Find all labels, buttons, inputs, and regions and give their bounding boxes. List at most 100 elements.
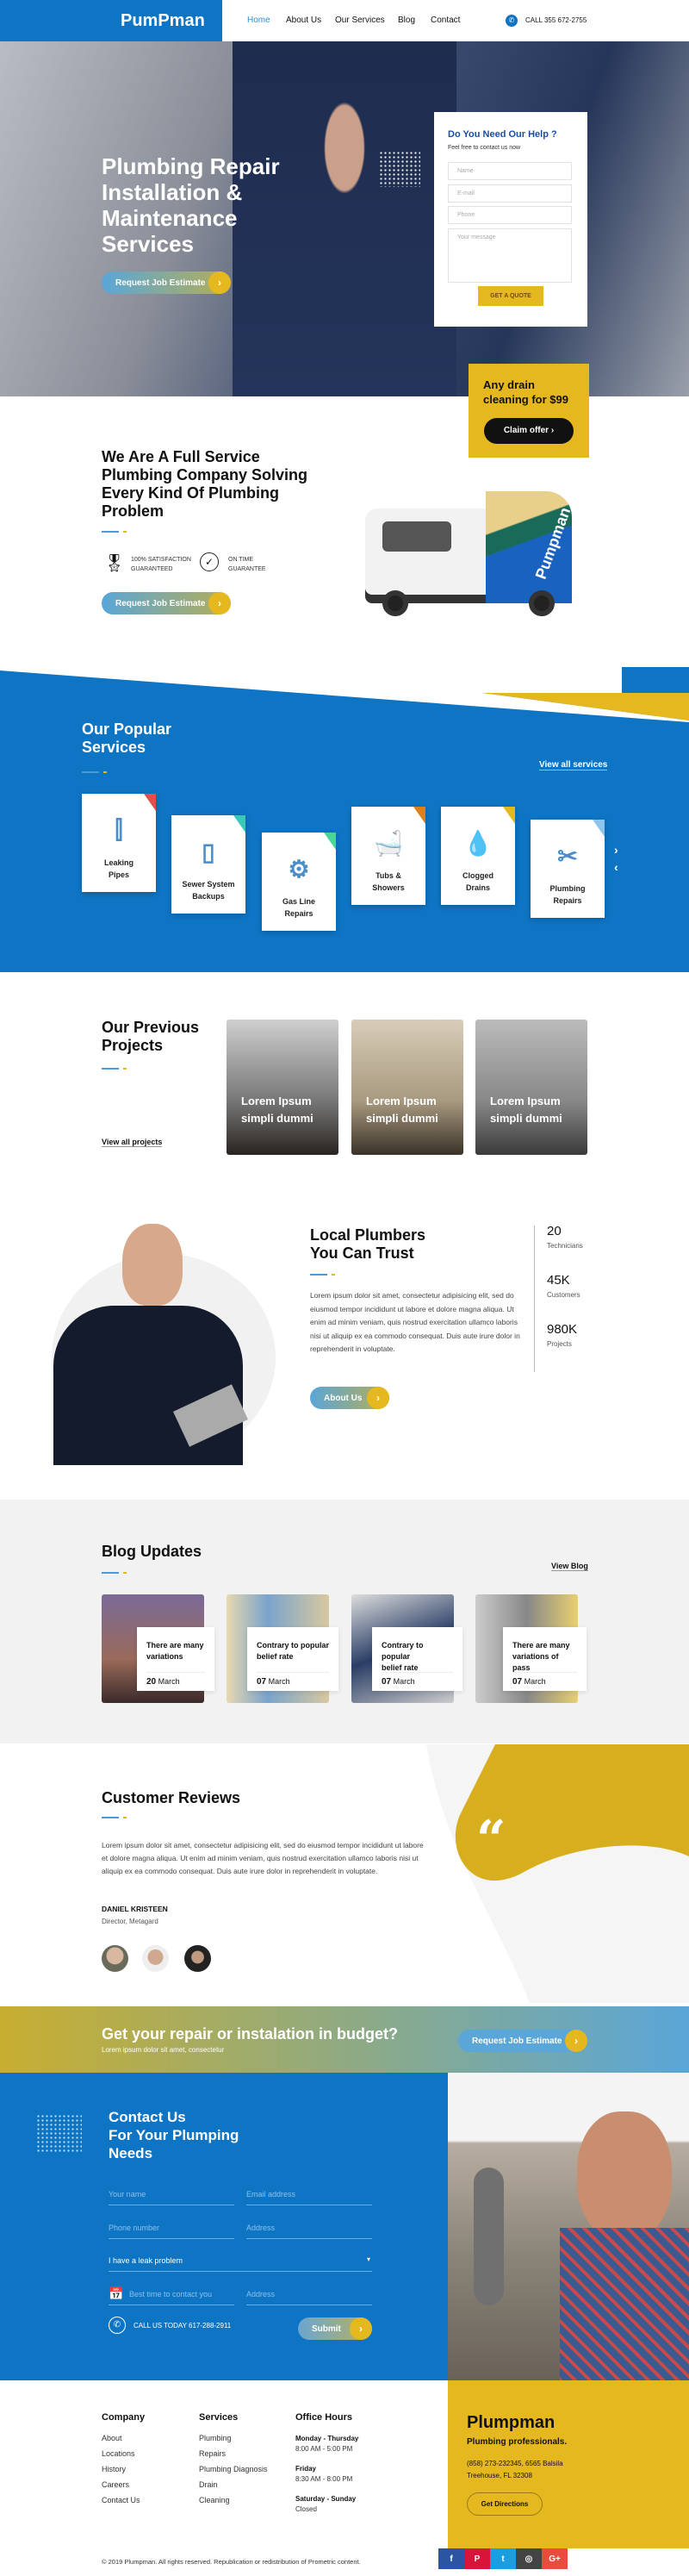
project-title: simpli dummi — [490, 1112, 562, 1125]
footer-link[interactable]: Locations — [102, 2449, 135, 2458]
footer-link[interactable]: About — [102, 2434, 122, 2442]
footer-link[interactable]: Careers — [102, 2480, 129, 2489]
contact-photo — [448, 2073, 689, 2380]
chevron-right-icon: › — [208, 271, 231, 294]
nav-contact[interactable]: Contact — [431, 16, 460, 25]
header-phone[interactable]: CALL 355 672-2755 — [525, 16, 587, 24]
service-card[interactable]: ✂ Plumbing Repairs — [531, 820, 605, 918]
service-card[interactable]: ⫿ Leaking Pipes — [82, 794, 156, 892]
wrench-screwdriver-icon: ✂ — [557, 843, 578, 870]
twitter-icon[interactable]: t — [490, 2548, 516, 2569]
blog-post-card[interactable]: There are many variations 20 March — [137, 1627, 214, 1691]
name-input[interactable]: Name — [448, 162, 572, 180]
avatar[interactable] — [184, 1945, 211, 1972]
office-hours-day: Friday — [295, 2465, 317, 2473]
facebook-icon[interactable]: f — [438, 2548, 464, 2569]
carousel-prev-arrow[interactable]: ‹ — [614, 860, 618, 874]
hero-title: Plumbing Repair Installation & Maintenan… — [102, 153, 280, 257]
get-directions-button[interactable]: Get Directions — [467, 2492, 543, 2516]
best-time-input[interactable]: Best time to contact you — [109, 2286, 234, 2305]
service-card[interactable]: ▯ Sewer System Backups — [171, 815, 245, 914]
get-quote-button[interactable]: GET A QUOTE — [478, 286, 543, 306]
title-line: Services — [82, 739, 146, 756]
section-divider — [102, 1068, 127, 1070]
blog-post-card[interactable]: Contrary to popular belief rate 07 March — [372, 1627, 462, 1691]
about-request-estimate-button[interactable]: Request Job Estimate › — [102, 592, 231, 614]
call-us-text: CALL US TODAY 617-288-2911 — [133, 2322, 232, 2330]
avatar[interactable] — [102, 1945, 128, 1972]
footer-link[interactable]: Contact Us — [102, 2496, 140, 2504]
footer-address: (858) 273-232345, 6565 Balsila — [467, 2460, 563, 2467]
email-address-input[interactable]: Email address — [246, 2186, 372, 2205]
logo[interactable]: PumPman — [121, 11, 205, 31]
google-plus-icon[interactable]: G+ — [542, 2548, 568, 2569]
address-input[interactable]: Address — [246, 2220, 372, 2239]
review-blob-shape — [426, 1744, 689, 2003]
section-divider — [102, 1572, 127, 1575]
project-card[interactable]: Lorem Ipsum simpli dummi — [351, 1020, 463, 1155]
banner-request-estimate-button[interactable]: Request Job Estimate › — [458, 2030, 587, 2052]
stat-value: 20 — [547, 1224, 562, 1238]
check-circle-icon: ✓ — [200, 552, 219, 571]
problem-select[interactable]: I have a leak problem ▾ — [109, 2253, 372, 2272]
blog-post-card[interactable]: There are many variations of pass 07 March — [503, 1627, 587, 1691]
card-corner-fold — [503, 807, 515, 824]
van-image: Pumpman — [365, 483, 579, 621]
view-all-projects-link[interactable]: View all projects — [102, 1138, 163, 1147]
footer-link[interactable]: Drain — [199, 2480, 218, 2489]
project-title: Lorem Ipsum — [490, 1095, 561, 1107]
hero-title-line: Plumbing Repair — [102, 153, 280, 179]
dot-pattern — [36, 2114, 82, 2154]
nav-about[interactable]: About Us — [286, 16, 321, 25]
footer-link[interactable]: Plumbing Diagnosis — [199, 2465, 268, 2473]
title-line: Problem — [102, 502, 164, 520]
footer-link[interactable]: Plumbing — [199, 2434, 232, 2442]
blog-post-card[interactable]: Contrary to popular belief rate 07 March — [247, 1627, 338, 1691]
button-label: Submit — [312, 2323, 341, 2334]
dot-pattern — [379, 151, 420, 187]
review-text: Lorem ipsum dolor sit amet, consectetur … — [102, 1841, 424, 1875]
nav-blog[interactable]: Blog — [398, 16, 415, 25]
pinterest-icon[interactable]: P — [464, 2548, 490, 2569]
service-card[interactable]: 💧 Clogged Drains — [441, 807, 515, 905]
title-line: Needs — [109, 2145, 153, 2161]
title-line: For Your Plumping — [109, 2127, 239, 2143]
avatar[interactable] — [142, 1945, 169, 1972]
project-title: Lorem Ipsum — [241, 1095, 312, 1107]
offer-text: Any drain cleaning for $99 — [483, 377, 568, 407]
carousel-next-arrow[interactable]: › — [614, 843, 618, 857]
project-card[interactable]: Lorem Ipsum simpli dummi — [227, 1020, 338, 1155]
service-label: Gas Line Repairs — [282, 897, 315, 918]
nav-services[interactable]: Our Services — [335, 16, 385, 25]
instagram-icon[interactable]: ◎ — [516, 2548, 542, 2569]
project-card[interactable]: Lorem Ipsum simpli dummi — [475, 1020, 587, 1155]
nav-home[interactable]: Home — [247, 16, 270, 25]
phone-number-input[interactable]: Phone number — [109, 2220, 234, 2239]
submit-button[interactable]: Submit › — [298, 2317, 372, 2340]
claim-offer-button[interactable]: Claim offer › — [484, 418, 574, 444]
footer-link[interactable]: Cleaning — [199, 2496, 230, 2504]
stat-label: Technicians — [547, 1242, 583, 1250]
blog-post-title: There are many variations — [146, 1641, 204, 1661]
form-subtitle: Feel free to contact us now — [448, 145, 521, 151]
view-all-services-link[interactable]: View all services — [539, 760, 608, 770]
service-card[interactable]: ⚙ Gas Line Repairs — [262, 833, 336, 931]
hero-request-estimate-button[interactable]: Request Job Estimate › — [102, 271, 231, 294]
office-hours-time: 8:30 AM - 8:00 PM — [295, 2475, 353, 2483]
message-textarea[interactable]: Your message — [448, 228, 572, 283]
about-us-button[interactable]: About Us › — [310, 1387, 389, 1409]
email-input[interactable]: E-mail — [448, 184, 572, 203]
stat-value: 980K — [547, 1322, 578, 1337]
blog-post-date: 07 March — [512, 1672, 577, 1687]
address-input-2[interactable]: Address — [246, 2286, 372, 2305]
your-name-input[interactable]: Your name — [109, 2186, 234, 2205]
service-label: Clogged Drains — [462, 871, 493, 892]
footer-link[interactable]: Repairs — [199, 2449, 226, 2458]
phone-icon: ✆ — [506, 15, 518, 27]
service-card[interactable]: 🛁 Tubs & Showers — [351, 807, 425, 905]
phone-input[interactable]: Phone — [448, 206, 572, 224]
view-blog-link[interactable]: View Blog — [551, 1562, 588, 1571]
footer-link[interactable]: History — [102, 2465, 126, 2473]
footer-tagline: Plumbing professionals. — [467, 2437, 568, 2447]
footer-address: Treehouse, FL 32308 — [467, 2472, 532, 2479]
